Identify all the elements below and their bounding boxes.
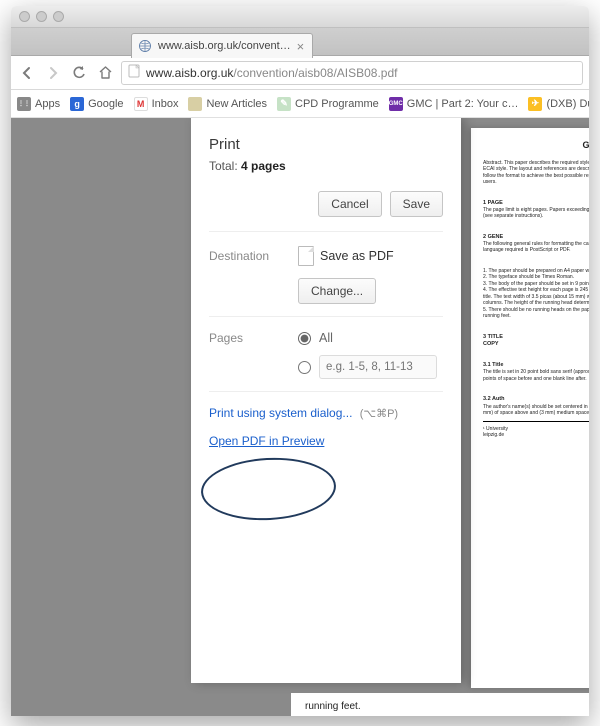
- back-button[interactable]: [17, 63, 37, 83]
- content-area: Print Total: 4 pages Cancel Save Destina…: [11, 118, 589, 716]
- reload-button[interactable]: [69, 63, 89, 83]
- pdf-preview-thumbnail: G Abstract. This paper describes the req…: [471, 128, 589, 688]
- pages-range-option[interactable]: [298, 355, 437, 379]
- zoom-window-button[interactable]: [53, 11, 64, 22]
- bookmark-label: Inbox: [152, 98, 179, 110]
- browser-window: www.aisb.org.uk/convent… × www.aisb.org.…: [11, 6, 589, 716]
- bookmark-icon: M: [134, 97, 148, 111]
- open-pdf-preview-link[interactable]: Open PDF in Preview: [209, 434, 324, 448]
- tab-title: www.aisb.org.uk/convent…: [158, 40, 291, 52]
- bookmark-label: Apps: [35, 98, 60, 110]
- url-text: www.aisb.org.uk/convention/aisb08/AISB08…: [146, 66, 398, 80]
- pages-all-radio[interactable]: [298, 332, 311, 345]
- print-total: Total: 4 pages: [209, 159, 443, 173]
- pages-range-input[interactable]: [319, 355, 437, 379]
- cancel-button[interactable]: Cancel: [318, 191, 381, 217]
- bookmark-item[interactable]: New Articles: [188, 97, 267, 111]
- bookmark-icon: ✎: [277, 97, 291, 111]
- destination-value: Save as PDF: [298, 246, 394, 266]
- page-icon: [128, 64, 140, 81]
- change-destination-button[interactable]: Change...: [298, 278, 376, 304]
- bookmark-icon: g: [70, 97, 84, 111]
- address-bar[interactable]: www.aisb.org.uk/convention/aisb08/AISB08…: [121, 61, 583, 85]
- mac-titlebar: [11, 6, 589, 28]
- pages-all-option[interactable]: All: [298, 331, 437, 345]
- globe-icon: [138, 39, 152, 53]
- home-button[interactable]: [95, 63, 115, 83]
- bookmark-label: New Articles: [206, 98, 267, 110]
- browser-tab[interactable]: www.aisb.org.uk/convent… ×: [131, 33, 313, 58]
- bookmark-label: GMC | Part 2: Your c…: [407, 98, 519, 110]
- print-system-dialog-link[interactable]: Print using system dialog...: [209, 406, 352, 420]
- keyboard-shortcut: (⌥⌘P): [360, 408, 398, 420]
- bookmark-item[interactable]: ⋮⋮ Apps: [17, 97, 60, 111]
- bookmark-label: CPD Programme: [295, 98, 379, 110]
- tab-close-icon[interactable]: ×: [297, 39, 305, 54]
- close-window-button[interactable]: [19, 11, 30, 22]
- bookmark-icon: GMC: [389, 97, 403, 111]
- print-dialog-title: Print: [209, 136, 443, 153]
- underlying-document: running feet. 3 TITLE, AUTHOR, AFFILIATI…: [291, 693, 589, 716]
- print-dialog: Print Total: 4 pages Cancel Save Destina…: [191, 118, 461, 683]
- destination-label: Destination: [209, 249, 284, 263]
- bookmark-item[interactable]: GMC GMC | Part 2: Your c…: [389, 97, 519, 111]
- bookmark-item[interactable]: M Inbox: [134, 97, 179, 111]
- save-button[interactable]: Save: [390, 191, 443, 217]
- tab-strip: www.aisb.org.uk/convent… ×: [11, 28, 589, 56]
- pages-all-label: All: [319, 331, 333, 345]
- bookmark-item[interactable]: g Google: [70, 97, 123, 111]
- bookmark-item[interactable]: ✈ (DXB) Duba…: [528, 97, 589, 111]
- divider: [209, 391, 443, 392]
- minimize-window-button[interactable]: [36, 11, 47, 22]
- bookmark-icon: [188, 97, 202, 111]
- bookmarks-bar: ⋮⋮ Appsg Google M Inbox New Articles ✎ CPD Prog…: [11, 90, 589, 118]
- divider: [209, 316, 443, 317]
- pages-range-radio[interactable]: [298, 361, 311, 374]
- toolbar: www.aisb.org.uk/convention/aisb08/AISB08…: [11, 56, 589, 90]
- bookmark-icon: ⋮⋮: [17, 97, 31, 111]
- forward-button[interactable]: [43, 63, 63, 83]
- divider: [209, 231, 443, 232]
- bookmark-icon: ✈: [528, 97, 542, 111]
- pages-label: Pages: [209, 331, 284, 345]
- bookmark-item[interactable]: ✎ CPD Programme: [277, 97, 379, 111]
- bookmark-label: (DXB) Duba…: [546, 98, 589, 110]
- bookmark-label: Google: [88, 98, 123, 110]
- pdf-file-icon: [298, 246, 314, 266]
